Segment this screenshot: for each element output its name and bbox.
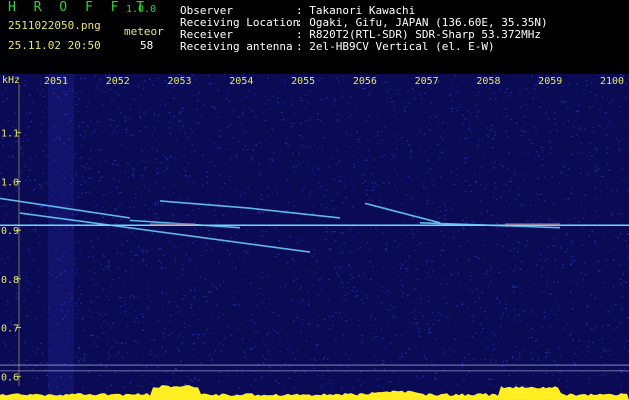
x-tick-label: 2059 <box>538 76 562 87</box>
x-tick-label: 2058 <box>476 76 500 87</box>
x-tick-label: 2054 <box>229 76 253 87</box>
x-tick-label: 2052 <box>106 76 130 87</box>
interference-band <box>48 74 74 400</box>
y-axis-unit: kHz <box>2 75 20 86</box>
spectrogram: kHz 1.1 1.0 0.9 0.8 0.7 0.6 2051 2052 2053 2054 205… <box>0 74 629 400</box>
x-tick-label: 2051 <box>44 76 68 87</box>
x-tick-label: 2056 <box>353 76 377 87</box>
y-tick-label: 0.7 <box>1 324 19 335</box>
spectrogram-svg: kHz 1.1 1.0 0.9 0.8 0.7 0.6 2051 2052 2053 2054 205… <box>0 74 629 400</box>
y-tick-label: 0.6 <box>1 372 19 383</box>
app-version: 1.0.0 <box>126 4 157 15</box>
x-tick-label: 2100 <box>600 76 624 87</box>
datetime: 25.11.02 20:50 <box>8 39 101 52</box>
y-tick-label: 0.8 <box>1 275 19 286</box>
y-tick-label: 0.9 <box>1 226 19 237</box>
x-tick-label: 2053 <box>168 76 192 87</box>
meteor-count: 58 <box>140 39 154 52</box>
y-tick-label: 1.1 <box>1 129 19 140</box>
y-tick-label: 1.0 <box>1 177 19 188</box>
antenna-label: Receiving antenna <box>180 40 293 53</box>
file-name: 2511022050.png <box>8 19 101 32</box>
spectrogram-background <box>0 74 629 400</box>
meteor-label: meteor <box>124 25 164 38</box>
x-tick-label: 2057 <box>415 76 439 87</box>
header-panel: H R O F F T 1.0.0 2511022050.png 25.11.0… <box>0 0 629 74</box>
x-tick-label: 2055 <box>291 76 315 87</box>
antenna-value: : 2el-HB9CV Vertical (el. E-W) <box>296 40 495 53</box>
